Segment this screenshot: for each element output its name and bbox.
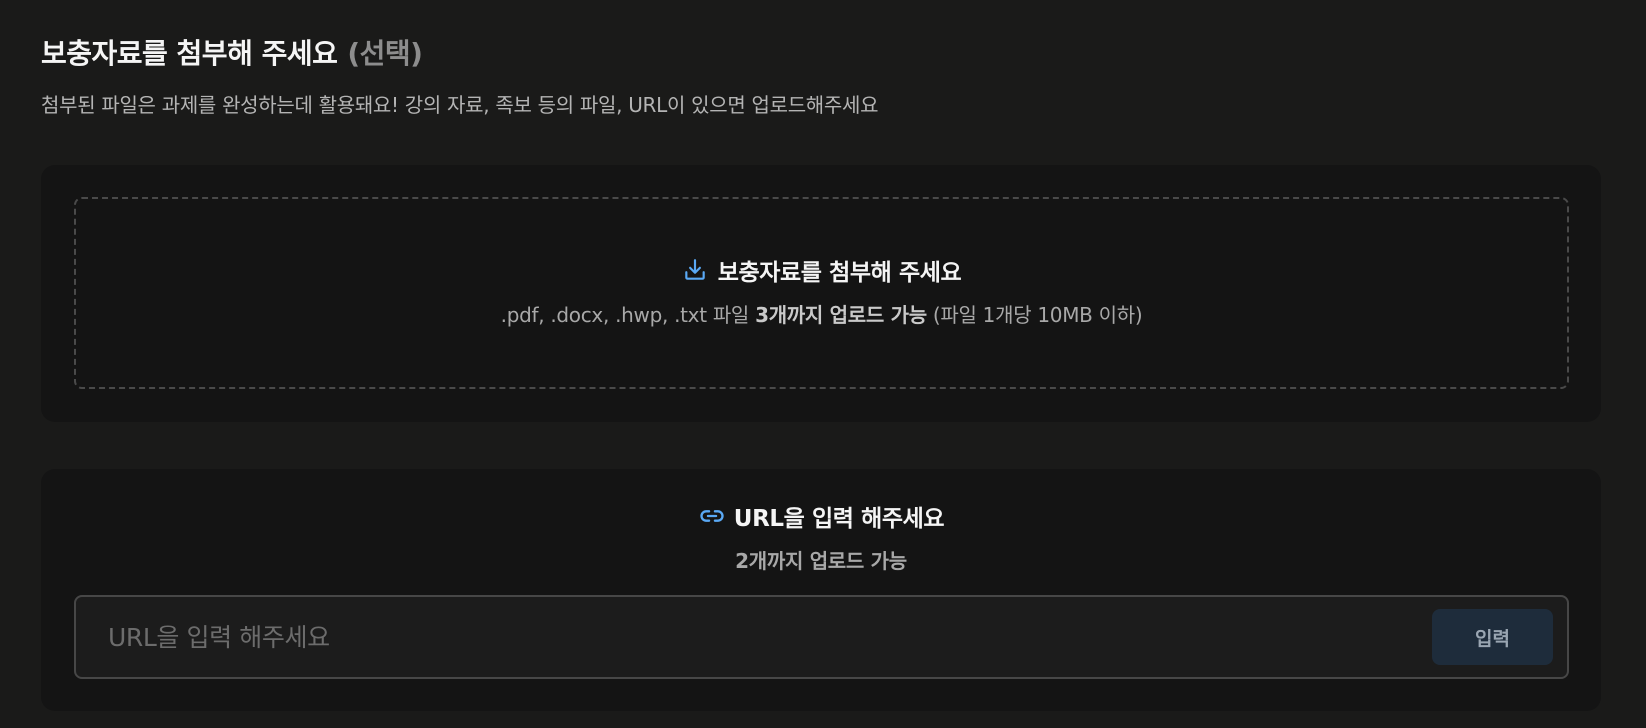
url-count-limit: 2개까지 업로드 가능 [735, 549, 907, 573]
optional-label: (선택) [347, 37, 423, 70]
url-upload-card: URL을 입력 해주세요 2개까지 업로드 가능 입력 [41, 469, 1601, 711]
file-dropzone[interactable]: 보충자료를 첨부해 주세요 .pdf, .docx, .hwp, .txt 파일… [74, 197, 1569, 389]
dropzone-title: 보충자료를 첨부해 주세요 [76, 253, 1567, 287]
url-section-title: URL을 입력 해주세요 [41, 499, 1601, 533]
page-title-text: 보충자료를 첨부해 주세요 [41, 37, 338, 70]
dropzone-title-text: 보충자료를 첨부해 주세요 [717, 260, 962, 286]
url-input[interactable] [108, 611, 1368, 663]
page-title: 보충자료를 첨부해 주세요 (선택) [41, 30, 423, 74]
file-upload-card: 보충자료를 첨부해 주세요 .pdf, .docx, .hwp, .txt 파일… [41, 165, 1601, 422]
attachment-page: 보충자료를 첨부해 주세요 (선택) 첨부된 파일은 과제를 완성하는데 활용돼… [0, 0, 1646, 728]
dropzone-description: .pdf, .docx, .hwp, .txt 파일 3개까지 업로드 가능 (… [76, 299, 1567, 329]
file-count-limit: 3개까지 업로드 가능 [755, 303, 927, 327]
url-input-group: 입력 [74, 595, 1569, 679]
url-submit-button[interactable]: 입력 [1432, 609, 1553, 665]
url-section-title-text: URL을 입력 해주세요 [733, 506, 945, 532]
file-size-note: (파일 1개당 10MB 이하) [932, 303, 1143, 327]
file-formats: .pdf, .docx, .hwp, .txt 파일 [500, 303, 750, 327]
link-icon [698, 502, 726, 530]
page-subtitle: 첨부된 파일은 과제를 완성하는데 활용돼요! 강의 자료, 족보 등의 파일,… [41, 93, 879, 117]
download-icon [682, 257, 708, 283]
